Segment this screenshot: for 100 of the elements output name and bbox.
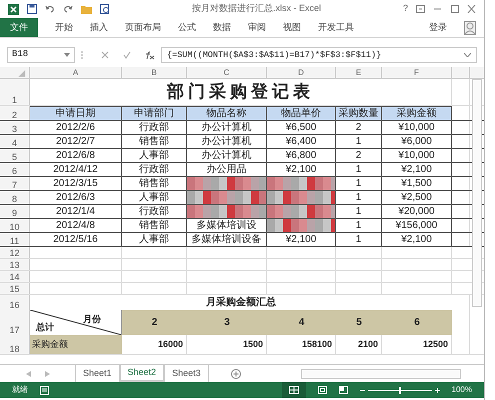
table-cell: ¥20,000 xyxy=(398,205,435,218)
sheet-title: 部门采购登记表 xyxy=(167,80,314,104)
table-cell: 办公计算机 xyxy=(202,121,252,134)
user-avatar-icon[interactable] xyxy=(464,20,476,34)
table-cell: 2012/1/4 xyxy=(56,205,95,218)
status-text: 就绪 xyxy=(12,384,28,396)
row-header[interactable]: 2 xyxy=(12,110,17,120)
page-break-view-icon[interactable] xyxy=(338,386,348,394)
table-cell: ¥10,000 xyxy=(398,121,435,134)
column-header[interactable]: E xyxy=(336,67,382,78)
row-label: 采购金额 xyxy=(32,338,68,351)
column-heading: 物品名称 xyxy=(206,107,246,120)
row-header[interactable]: 17 xyxy=(9,325,20,335)
table-cell: 行政部 xyxy=(139,121,169,134)
macro-record-icon[interactable] xyxy=(40,386,49,394)
scroll-right-icon[interactable] xyxy=(45,370,50,376)
table-cell: 1 xyxy=(356,163,362,176)
sign-in-link[interactable]: 登录 xyxy=(429,20,447,34)
table-cell: 多媒体培训设备 xyxy=(192,233,262,246)
column-header[interactable]: B xyxy=(122,67,187,78)
window-title: 按月对数据进行汇总.xlsx - Excel xyxy=(190,2,322,16)
month-header: 3 xyxy=(224,316,230,330)
row-header[interactable]: 4 xyxy=(12,138,17,148)
undo-icon[interactable] xyxy=(45,4,55,14)
scroll-left-icon[interactable] xyxy=(26,370,31,376)
table-cell: 行政部 xyxy=(139,163,169,176)
ribbon-tab[interactable]: 审阅 xyxy=(248,20,266,34)
table-cell: ¥2,500 xyxy=(401,191,432,204)
table-cell: 2012/4/12 xyxy=(53,163,98,176)
ribbon-tab[interactable]: 页面布局 xyxy=(125,20,161,34)
ribbon-tab[interactable]: 数据 xyxy=(213,20,231,34)
print-preview-icon[interactable] xyxy=(100,4,110,14)
ribbon-tab[interactable]: 插入 xyxy=(90,20,108,34)
table-cell: ¥1,500 xyxy=(401,177,432,190)
formula-text: {=SUM((MONTH($A$3:$A$11)=B17)*$F$3:$F$11)} xyxy=(167,48,382,62)
ribbon-tab[interactable]: 视图 xyxy=(283,20,301,34)
pixelated-patch xyxy=(267,205,335,218)
page-layout-view-icon[interactable] xyxy=(318,386,327,394)
summary-title: 月采购金额汇总 xyxy=(206,295,276,310)
table-cell: 2012/5/16 xyxy=(53,233,98,246)
table-cell: 销售部 xyxy=(139,219,169,232)
table-cell: 1 xyxy=(356,205,362,218)
maximize-icon[interactable] xyxy=(450,5,459,13)
expand-icon[interactable] xyxy=(464,53,471,57)
row-header[interactable]: 7 xyxy=(12,180,17,190)
column-header[interactable]: D xyxy=(267,67,336,78)
zoom-out-icon[interactable] xyxy=(360,388,365,392)
cell-reference: B18 xyxy=(12,48,30,62)
enter-icon[interactable] xyxy=(123,51,131,59)
normal-view-icon[interactable] xyxy=(282,382,306,398)
corner-label: 总计 xyxy=(36,320,54,334)
column-header[interactable]: C xyxy=(187,67,267,78)
close-icon[interactable] xyxy=(467,5,476,13)
month-header: 5 xyxy=(356,316,362,330)
table-cell: 2012/3/15 xyxy=(53,177,98,190)
column-heading: 申请部门 xyxy=(134,107,174,120)
table-cell: 办公计算机 xyxy=(202,135,252,148)
ribbon-tab[interactable]: 开发工具 xyxy=(318,20,354,34)
month-header: 4 xyxy=(298,316,304,330)
horizontal-scrollbar[interactable] xyxy=(300,368,461,378)
pixelated-patch xyxy=(267,191,335,204)
formula-field[interactable]: {=SUM((MONTH($A$3:$A$11)=B17)*$F$3:$F$11)} xyxy=(161,47,477,63)
column-header[interactable]: F xyxy=(382,67,452,78)
table-cell: ¥10,000 xyxy=(398,149,435,162)
cancel-icon[interactable] xyxy=(101,51,109,59)
table-cell: 1 xyxy=(356,219,362,232)
row-header[interactable]: 9 xyxy=(12,208,17,218)
dropdown-caret-icon[interactable] xyxy=(64,53,70,57)
row-header[interactable]: 18 xyxy=(9,344,20,354)
row-header[interactable]: 1 xyxy=(12,95,17,105)
insert-function-icon[interactable] xyxy=(145,50,155,60)
table-cell: ¥6,500 xyxy=(286,121,316,134)
name-box[interactable]: B18 xyxy=(7,47,75,63)
sheet-tab[interactable]: Sheet2 xyxy=(120,365,164,382)
table-cell: ¥156,000 xyxy=(396,219,438,232)
column-header[interactable]: A xyxy=(30,67,122,78)
help-button[interactable]: ? xyxy=(402,2,408,16)
zoom-in-icon[interactable] xyxy=(434,388,440,392)
table-cell: 多媒体培训设 xyxy=(196,219,256,232)
vertical-scrollbar[interactable] xyxy=(472,79,482,307)
row-header[interactable]: 5 xyxy=(12,152,17,162)
row-header[interactable]: 6 xyxy=(12,166,17,176)
slider-thumb[interactable] xyxy=(398,386,401,394)
folder-icon[interactable] xyxy=(81,4,92,14)
summary-value: 16000 xyxy=(158,338,183,351)
table-cell: ¥6,000 xyxy=(401,135,432,148)
row-header[interactable]: 8 xyxy=(12,194,17,204)
table-cell: 2012/6/3 xyxy=(56,191,95,204)
pixelated-patch xyxy=(267,177,335,190)
zoom-level[interactable]: 100% xyxy=(452,384,472,396)
ribbon-tab[interactable]: 公式 xyxy=(178,20,196,34)
column-heading: 采购金额 xyxy=(396,107,436,120)
pixelated-patch xyxy=(267,219,335,232)
row-header[interactable]: 3 xyxy=(12,124,17,134)
redo-icon[interactable] xyxy=(63,4,73,14)
ribbon-display-icon[interactable] xyxy=(416,5,425,13)
add-sheet-icon[interactable] xyxy=(230,368,241,378)
save-icon[interactable] xyxy=(27,4,37,14)
zoom-slider[interactable] xyxy=(368,386,432,394)
ribbon-tab[interactable]: 开始 xyxy=(55,20,73,34)
